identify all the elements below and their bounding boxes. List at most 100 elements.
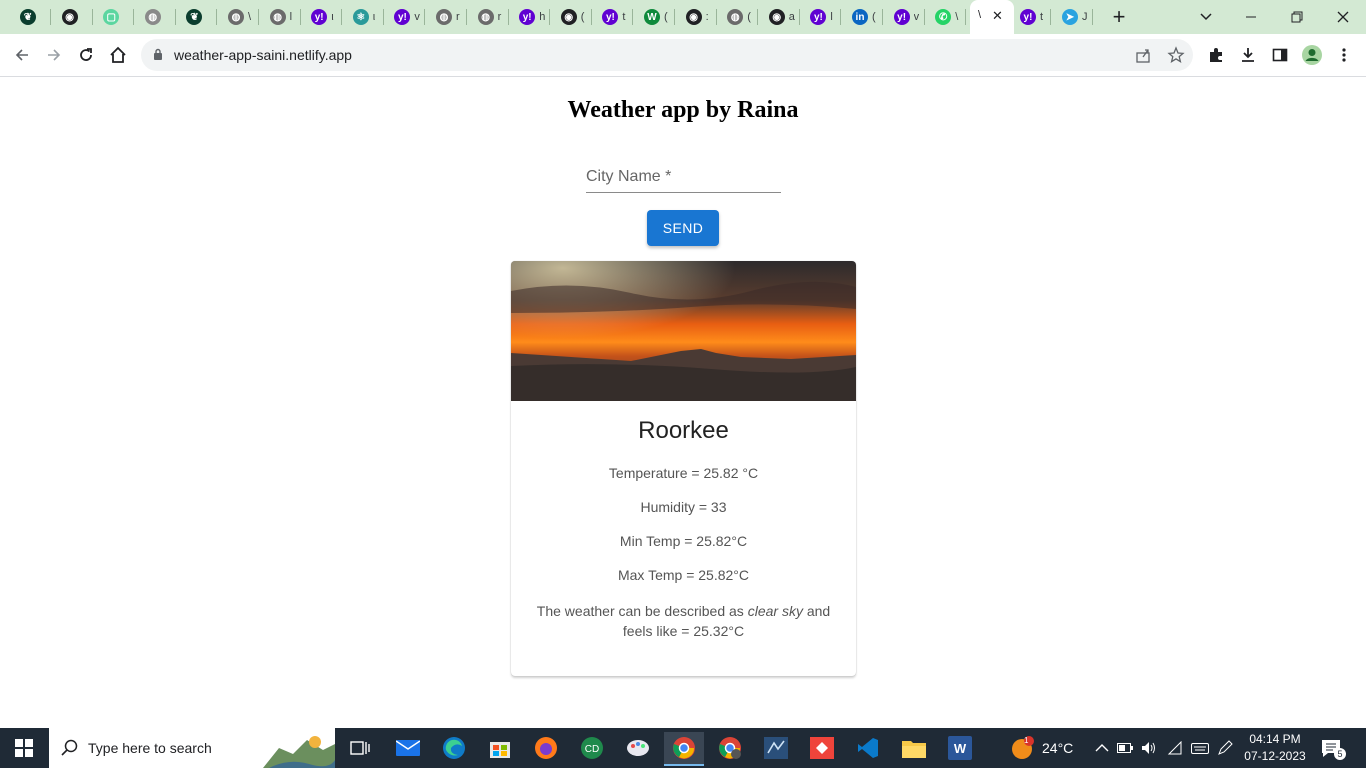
tab-13[interactable]: ◉( (560, 0, 589, 34)
page-content: Weather app by Raina SEND (0, 77, 1366, 728)
keyboard-icon[interactable] (1191, 741, 1209, 755)
side-panel-button[interactable] (1266, 42, 1294, 68)
tab-6[interactable]: ◍ l (269, 0, 298, 34)
tab-2[interactable]: ▢ (103, 0, 131, 34)
restore-icon (1291, 11, 1303, 23)
close-window-button[interactable] (1328, 0, 1358, 34)
tab-8[interactable]: ⚛ ι (352, 0, 381, 34)
tab-0[interactable]: ❦ (20, 0, 48, 34)
globe-icon: ◍ (436, 9, 452, 25)
start-button[interactable] (4, 732, 44, 764)
tab-strip: ❦ ◉ ▢ ◍ ❦ ◍ \ ◍ l y! ι ⚛ ι y! v ◍ r ◍ r y! h ◉(y! t W(◉: ◍(◉ a y! l… (0, 0, 1366, 34)
tab-3[interactable]: ◍ (144, 0, 173, 34)
pen-icon[interactable] (1217, 740, 1233, 756)
wifi-icon[interactable] (1167, 741, 1183, 755)
taskbar-store[interactable] (480, 732, 520, 764)
taskbar-paint[interactable] (618, 732, 658, 764)
windows-icon (15, 739, 33, 757)
tab-separator (258, 9, 259, 25)
tab-14[interactable]: y! t (602, 0, 630, 34)
tab-separator (1050, 9, 1051, 25)
tab-5[interactable]: ◍ \ (228, 0, 256, 34)
close-tab-icon[interactable]: ✕ (992, 8, 1003, 24)
tab-search-button[interactable] (1192, 0, 1220, 34)
tab-9[interactable]: y! v (394, 0, 422, 34)
notification-center[interactable]: 5 (1320, 728, 1346, 768)
extensions-button[interactable] (1202, 42, 1230, 68)
tab-7[interactable]: y! ι (311, 0, 339, 34)
leaf-icon: ❦ (186, 9, 203, 25)
weather-temp: 24°C (1042, 740, 1074, 756)
tab-22[interactable]: ✆ \ (935, 0, 963, 34)
close-icon (1337, 11, 1349, 23)
tab-17[interactable]: ◍( (727, 0, 755, 34)
tab-after-1[interactable]: ➤ J (1062, 0, 1090, 34)
tab-19[interactable]: y! l (810, 0, 838, 34)
tab-10[interactable]: ◍ r (436, 0, 464, 34)
taskbar-word[interactable]: W (940, 732, 980, 764)
chevron-up-icon[interactable] (1095, 743, 1109, 753)
tab-16[interactable]: ◉: (685, 0, 714, 34)
taskbar-vs[interactable] (756, 732, 796, 764)
home-button[interactable] (104, 42, 132, 68)
taskbar-search[interactable]: Type here to search (49, 728, 335, 768)
tab-4[interactable]: ❦ (186, 0, 214, 34)
tab-15[interactable]: W( (644, 0, 672, 34)
avatar-icon (1302, 45, 1322, 65)
taskbar-firefox[interactable] (526, 732, 566, 764)
tab-20[interactable]: in ( (852, 0, 880, 34)
tab-title: v (414, 11, 420, 23)
bookmark-star-icon[interactable] (1167, 46, 1185, 64)
forward-button[interactable] (40, 42, 68, 68)
forward-arrow-icon (48, 49, 61, 61)
visual-studio-icon (764, 737, 788, 759)
tab-21[interactable]: y! v (893, 0, 922, 34)
taskbar-chrome-active[interactable] (664, 732, 704, 766)
tab-separator (424, 9, 426, 25)
edge-icon (443, 737, 465, 759)
github-icon: ◉ (768, 9, 785, 25)
share-icon[interactable] (1135, 47, 1151, 63)
search-icon (61, 739, 78, 756)
city-name-input[interactable] (586, 163, 781, 191)
volume-icon[interactable] (1141, 741, 1157, 755)
new-tab-button[interactable]: + (1105, 0, 1133, 34)
taskbar-chrome-profile[interactable] (710, 732, 750, 764)
restore-button[interactable] (1282, 0, 1312, 34)
tab-separator (965, 9, 967, 25)
address-bar[interactable]: weather-app-saini.netlify.app (141, 39, 1193, 71)
vscode-icon (858, 738, 878, 758)
tab-12[interactable]: y! h (519, 0, 547, 34)
tab-title: ( (580, 11, 585, 23)
active-tab[interactable]: \ ✕ (970, 0, 1014, 34)
clock[interactable]: 04:14 PM 07-12-2023 (1240, 731, 1310, 765)
tab-11[interactable]: ◍ r (477, 0, 506, 34)
taskbar-edge[interactable] (434, 732, 474, 764)
minimize-button[interactable] (1236, 0, 1266, 34)
downloads-button[interactable] (1234, 42, 1262, 68)
tab-title: r (456, 11, 460, 23)
tab-1[interactable]: ◉ (61, 0, 90, 34)
github-icon: ◉ (685, 9, 702, 25)
taskbar-mail[interactable] (388, 732, 428, 764)
taskbar-anydesk[interactable] (802, 732, 842, 764)
weather-widget[interactable]: 1 24°C (1010, 728, 1073, 768)
taskbar-vscode[interactable] (848, 732, 888, 764)
send-button[interactable]: SEND (647, 210, 719, 246)
tab-after-0[interactable]: y! t (1020, 0, 1048, 34)
taskbar-cd-app[interactable]: CD (572, 732, 612, 764)
menu-button[interactable] (1330, 42, 1358, 68)
tab-separator (590, 9, 592, 25)
tab-title: \ (248, 11, 252, 23)
side-panel-icon (1272, 48, 1288, 62)
clock-date: 07-12-2023 (1244, 749, 1306, 763)
city-name-field[interactable] (586, 163, 781, 193)
tab-18[interactable]: ◉ a (768, 0, 797, 34)
battery-icon[interactable] (1117, 743, 1133, 753)
task-view-button[interactable] (340, 732, 380, 764)
taskbar-explorer[interactable] (894, 732, 934, 764)
lock-icon (154, 48, 162, 60)
reload-button[interactable] (72, 42, 100, 68)
profile-button[interactable] (1298, 42, 1326, 68)
back-button[interactable] (8, 42, 36, 68)
